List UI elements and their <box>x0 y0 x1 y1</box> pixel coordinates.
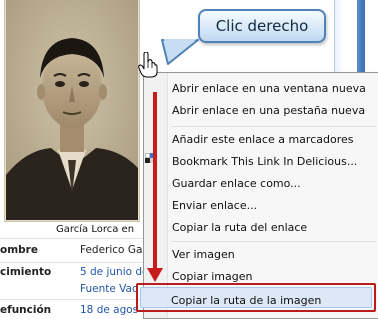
context-menu: Abrir enlace en una ventana nueva Abrir … <box>143 72 378 319</box>
menu-item-view-image[interactable]: Ver imagen <box>172 246 235 264</box>
infobox-divider <box>0 299 145 300</box>
annotation-arrow-head <box>147 268 163 282</box>
menu-item-copy-link-location[interactable]: Copiar la ruta del enlace <box>172 219 307 237</box>
menu-item-open-new-tab[interactable]: Abrir enlace en una pestaña nueva <box>172 102 365 120</box>
window-edge <box>334 0 378 74</box>
menu-separator <box>171 241 376 242</box>
menu-separator <box>171 126 376 127</box>
menu-item-bookmark-link[interactable]: Añadir este enlace a marcadores <box>172 131 353 149</box>
infobox-divider <box>0 238 145 239</box>
infobox-label: cimiento <box>0 266 52 278</box>
birth-place-link[interactable]: Fuente Vac <box>80 283 138 295</box>
menu-item-send-link[interactable]: Enviar enlace... <box>172 197 257 215</box>
infobox-label: ombre <box>0 244 38 256</box>
infobox-divider <box>0 262 145 263</box>
menu-item-open-new-window[interactable]: Abrir enlace en una ventana nueva <box>172 80 366 98</box>
birth-date-link[interactable]: 5 de junio de <box>80 266 149 278</box>
infobox-label: efunción <box>0 304 52 316</box>
menu-item-bookmark-delicious[interactable]: Bookmark This Link In Delicious... <box>172 153 357 171</box>
infobox-value: Federico Ga <box>80 244 143 256</box>
annotation-callout: Clic derecho <box>198 9 326 43</box>
callout-tail <box>161 39 199 65</box>
death-date-link[interactable]: 18 de agos <box>80 304 138 316</box>
hand-cursor-icon <box>138 52 158 78</box>
menu-item-copy-image-location[interactable]: Copiar la ruta de la imagen <box>171 292 321 310</box>
menu-item-save-link-as[interactable]: Guardar enlace como... <box>172 175 301 193</box>
portrait-photo[interactable] <box>6 0 138 220</box>
portrait-image <box>6 0 138 220</box>
callout-text: Clic derecho <box>215 17 309 35</box>
photo-caption: García Lorca en <box>56 224 135 235</box>
window-edge-accent <box>357 0 365 74</box>
annotation-arrow-line <box>153 92 157 270</box>
